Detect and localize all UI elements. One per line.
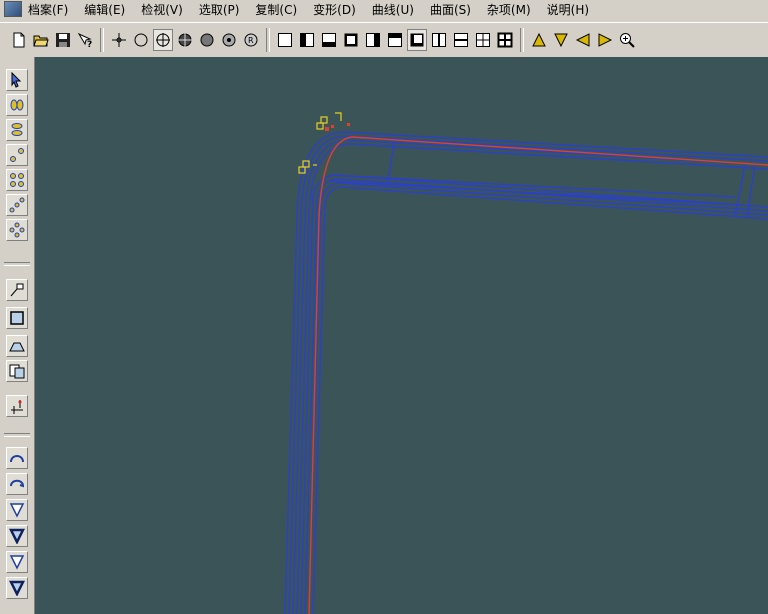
triangle-right-icon[interactable]	[595, 29, 615, 51]
select-arrow-icon[interactable]	[6, 69, 28, 91]
circle-cross-point-icon[interactable]	[153, 29, 173, 51]
dotted-sphere-point-icon[interactable]	[219, 29, 239, 51]
triangle-down-bold-icon[interactable]	[6, 525, 28, 547]
open-folder-icon[interactable]	[31, 29, 51, 51]
points-ring-icon[interactable]	[6, 219, 28, 241]
app-logo-icon	[4, 1, 22, 17]
menu-edit[interactable]: 编辑(E)	[84, 1, 125, 18]
triangle-down-bold-icon[interactable]	[6, 577, 28, 599]
triangle-down-icon[interactable]	[551, 29, 571, 51]
view-full-icon[interactable]	[275, 29, 295, 51]
menu-view[interactable]: 检视(V)	[141, 1, 183, 18]
view-four-quad-icon[interactable]	[473, 29, 493, 51]
flag-icon[interactable]	[6, 279, 28, 301]
view-top-half-icon[interactable]	[385, 29, 405, 51]
doc-copy-icon[interactable]	[6, 360, 28, 382]
view-left-half-icon[interactable]	[297, 29, 317, 51]
solid-sphere-point-icon[interactable]	[197, 29, 217, 51]
selected-curve[interactable]	[308, 136, 768, 614]
points-grid-icon[interactable]	[6, 169, 28, 191]
arc-shape-icon[interactable]	[6, 335, 28, 357]
triangle-down-outline-icon[interactable]	[6, 499, 28, 521]
zoom-in-icon[interactable]	[617, 29, 637, 51]
rect-select-icon[interactable]	[6, 307, 28, 329]
menu-surface[interactable]: 曲面(S)	[430, 1, 471, 18]
view-bottom-half-icon[interactable]	[319, 29, 339, 51]
toolbar-separator	[520, 28, 524, 52]
palette-separator	[4, 433, 30, 437]
left-tool-palette	[0, 57, 35, 614]
menu-transform[interactable]: 变形(D)	[313, 1, 356, 18]
toolbar-separator	[100, 28, 104, 52]
menu-select[interactable]: 选取(P)	[199, 1, 240, 18]
view-right-half-icon[interactable]	[363, 29, 383, 51]
circle-point-icon[interactable]	[131, 29, 151, 51]
move-axis-icon[interactable]	[6, 395, 28, 417]
view-four-quad-bold-icon[interactable]	[495, 29, 515, 51]
menu-help[interactable]: 说明(H)	[547, 1, 589, 18]
triangle-down-outline-icon[interactable]	[6, 551, 28, 573]
menu-bar: 档案(F) 编辑(E) 检视(V) 选取(P) 复制(C) 变形(D) 曲线(U…	[0, 0, 768, 18]
view-frame-icon[interactable]	[341, 29, 361, 51]
menu-misc[interactable]: 杂项(M)	[487, 1, 531, 18]
svg-text:R: R	[248, 36, 254, 45]
r-sphere-point-icon[interactable]: R	[241, 29, 261, 51]
3d-viewport[interactable]	[35, 57, 768, 614]
points-line-icon[interactable]	[6, 194, 28, 216]
point-stack-icon[interactable]	[6, 119, 28, 141]
filled-cross-point-icon[interactable]	[175, 29, 195, 51]
triangle-up-icon[interactable]	[529, 29, 549, 51]
arc-up-icon[interactable]	[6, 447, 28, 469]
menu-copy[interactable]: 复制(C)	[255, 1, 297, 18]
diagonal-points-icon[interactable]	[6, 144, 28, 166]
arc-hook-icon[interactable]	[6, 473, 28, 495]
view-split-horizontal-icon[interactable]	[451, 29, 471, 51]
menu-file[interactable]: 档案(F)	[28, 1, 68, 18]
new-file-icon[interactable]	[9, 29, 29, 51]
view-split-vertical-icon[interactable]	[429, 29, 449, 51]
view-bottom-left-icon[interactable]	[407, 29, 427, 51]
svg-text:?: ?	[87, 40, 92, 48]
crosshair-point-icon[interactable]	[109, 29, 129, 51]
triangle-left-icon[interactable]	[573, 29, 593, 51]
point-pair-icon[interactable]	[6, 94, 28, 116]
menu-curve[interactable]: 曲线(U)	[372, 1, 414, 18]
toolbar-separator	[266, 28, 270, 52]
surface-wireframe	[284, 131, 768, 614]
whats-this-help-icon[interactable]: ?	[75, 29, 95, 51]
wireframe-scene	[284, 112, 768, 614]
save-disk-icon[interactable]	[53, 29, 73, 51]
palette-separator	[4, 262, 30, 266]
anchor-points	[325, 123, 350, 131]
main-toolbar: ? R	[0, 22, 768, 58]
